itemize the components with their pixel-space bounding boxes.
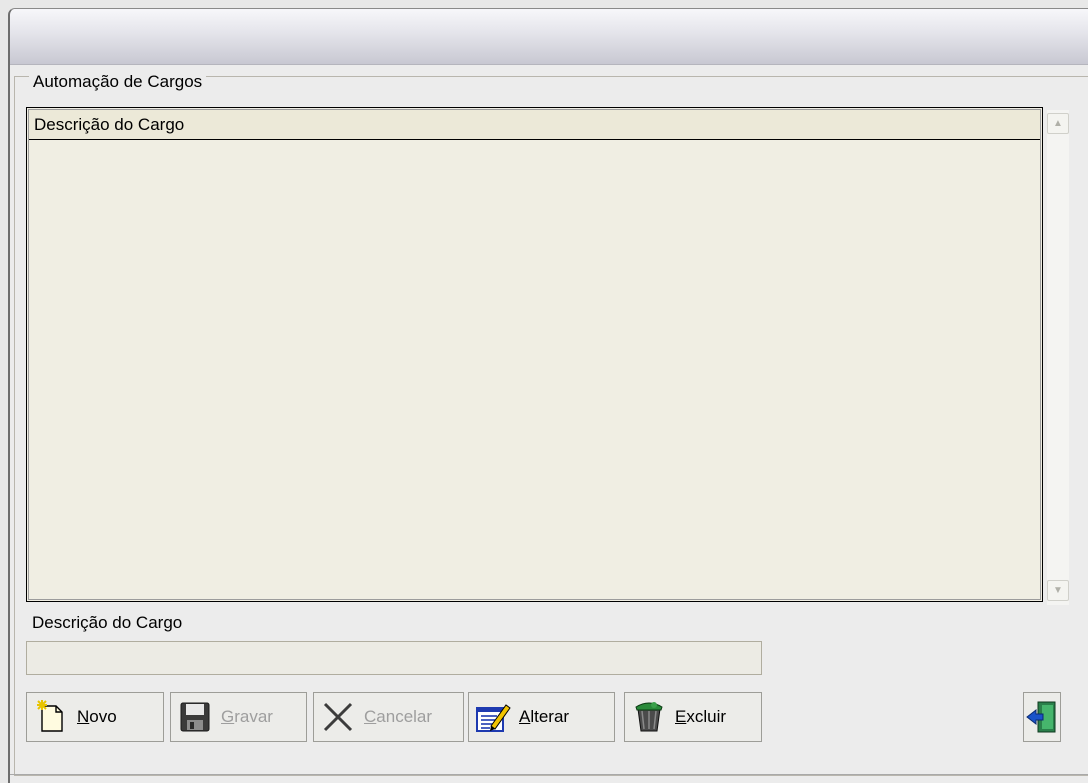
alterar-label: Alterar — [519, 707, 570, 726]
grid-column-header-descricao[interactable]: Descrição do Cargo — [29, 110, 1040, 140]
exit-button[interactable] — [1023, 692, 1061, 742]
group-title: Automação de Cargos — [29, 72, 207, 91]
cancel-x-icon — [320, 699, 356, 735]
edit-pencil-icon — [475, 699, 511, 735]
novo-button[interactable]: Novo — [26, 692, 164, 742]
exit-door-icon — [1024, 699, 1060, 735]
new-document-icon — [33, 699, 69, 735]
title-bar[interactable] — [10, 9, 1088, 65]
status-bar-divider — [10, 774, 1088, 775]
alterar-button[interactable]: Alterar — [468, 692, 615, 742]
cargos-grid[interactable]: Descrição do Cargo — [26, 107, 1043, 602]
gravar-button[interactable]: Gravar — [170, 692, 307, 742]
grid-vertical-scrollbar[interactable]: ▲ ▼ — [1047, 110, 1069, 605]
scroll-up-button[interactable]: ▲ — [1047, 113, 1069, 134]
cancelar-button[interactable]: Cancelar — [313, 692, 464, 742]
app-window: Automação de Cargos Descrição do Cargo ▲… — [8, 8, 1088, 783]
novo-label: Novo — [77, 707, 117, 726]
cancelar-label: Cancelar — [364, 707, 433, 726]
trash-can-icon — [631, 699, 667, 735]
description-field[interactable] — [26, 641, 762, 675]
gravar-label: Gravar — [221, 707, 273, 726]
floppy-disk-icon — [177, 699, 213, 735]
grid-body[interactable]: Descrição do Cargo — [28, 109, 1041, 600]
scroll-down-button[interactable]: ▼ — [1047, 580, 1069, 601]
description-label: Descrição do Cargo — [32, 613, 183, 632]
excluir-button[interactable]: Excluir — [624, 692, 762, 742]
excluir-label: Excluir — [675, 707, 727, 726]
